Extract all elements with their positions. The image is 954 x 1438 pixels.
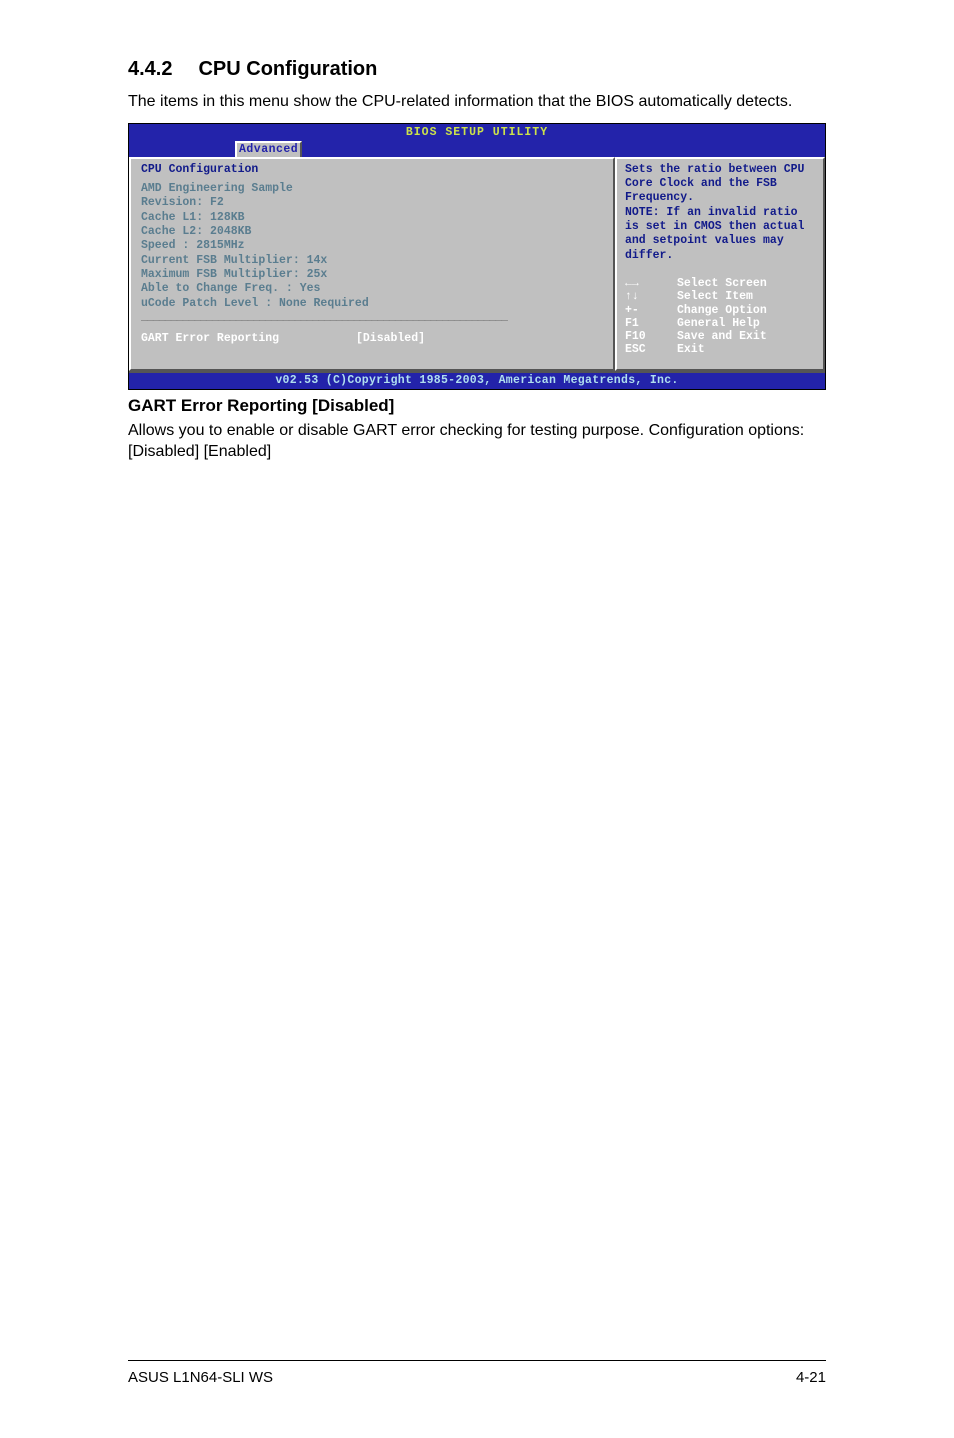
nav-key: F10 xyxy=(625,330,677,343)
nav-row: +-Change Option xyxy=(625,304,815,317)
bios-header-title: BIOS SETUP UTILITY xyxy=(129,126,825,139)
bios-setting-row[interactable]: GART Error Reporting [Disabled] xyxy=(141,332,603,345)
bios-help-text: Sets the ratio between CPU Core Clock an… xyxy=(625,163,815,264)
nav-row: F10Save and Exit xyxy=(625,330,815,343)
info-line: Revision: F2 xyxy=(141,196,603,210)
nav-row: F1General Help xyxy=(625,317,815,330)
nav-row: ESCExit xyxy=(625,343,815,356)
nav-key: ESC xyxy=(625,343,677,356)
bios-header: BIOS SETUP UTILITY Advanced xyxy=(129,124,825,157)
nav-action: Save and Exit xyxy=(677,330,767,343)
bios-right-panel: Sets the ratio between CPU Core Clock an… xyxy=(615,157,825,371)
section-heading: 4.4.2 CPU Configuration xyxy=(128,58,826,81)
footer-product: ASUS L1N64-SLI WS xyxy=(128,1369,273,1386)
bios-tab-advanced: Advanced xyxy=(235,141,302,156)
bios-setting-label: GART Error Reporting xyxy=(141,332,356,345)
nav-key: ←→ xyxy=(625,277,677,290)
section-number: 4.4.2 xyxy=(128,58,172,81)
info-line: Able to Change Freq. : Yes xyxy=(141,282,603,296)
info-line: Cache L1: 128KB xyxy=(141,211,603,225)
info-line: Speed : 2815MHz xyxy=(141,239,603,253)
subsection-text: Allows you to enable or disable GART err… xyxy=(128,420,826,463)
page-footer: ASUS L1N64-SLI WS 4-21 xyxy=(128,1360,826,1386)
info-line: uCode Patch Level : None Required xyxy=(141,297,603,311)
info-line: Current FSB Multiplier: 14x xyxy=(141,254,603,268)
nav-action: General Help xyxy=(677,317,760,330)
nav-key: F1 xyxy=(625,317,677,330)
nav-key: +- xyxy=(625,304,677,317)
bios-setting-value: [Disabled] xyxy=(356,332,425,345)
bios-screenshot: BIOS SETUP UTILITY Advanced CPU Configur… xyxy=(128,123,826,390)
bios-footer: v02.53 (C)Copyright 1985-2003, American … xyxy=(129,373,825,389)
bios-panel-title: CPU Configuration xyxy=(141,163,603,176)
bios-cpu-info: AMD Engineering Sample Revision: F2 Cach… xyxy=(141,182,603,311)
bios-divider: ────────────────────────────────────────… xyxy=(141,315,603,328)
nav-action: Select Item xyxy=(677,290,753,303)
info-line: Cache L2: 2048KB xyxy=(141,225,603,239)
nav-row: ↑↓Select Item xyxy=(625,290,815,303)
bios-left-panel: CPU Configuration AMD Engineering Sample… xyxy=(129,157,615,371)
nav-key: ↑↓ xyxy=(625,290,677,303)
section-title: CPU Configuration xyxy=(198,58,377,80)
nav-row: ←→Select Screen xyxy=(625,277,815,290)
nav-action: Change Option xyxy=(677,304,767,317)
info-line: AMD Engineering Sample xyxy=(141,182,603,196)
info-line: Maximum FSB Multiplier: 25x xyxy=(141,268,603,282)
footer-page-number: 4-21 xyxy=(796,1369,826,1386)
subsection-heading: GART Error Reporting [Disabled] xyxy=(128,396,826,416)
nav-action: Select Screen xyxy=(677,277,767,290)
nav-action: Exit xyxy=(677,343,705,356)
bios-nav-block: ←→Select Screen ↑↓Select Item +-Change O… xyxy=(625,277,815,356)
intro-paragraph: The items in this menu show the CPU-rela… xyxy=(128,91,826,113)
